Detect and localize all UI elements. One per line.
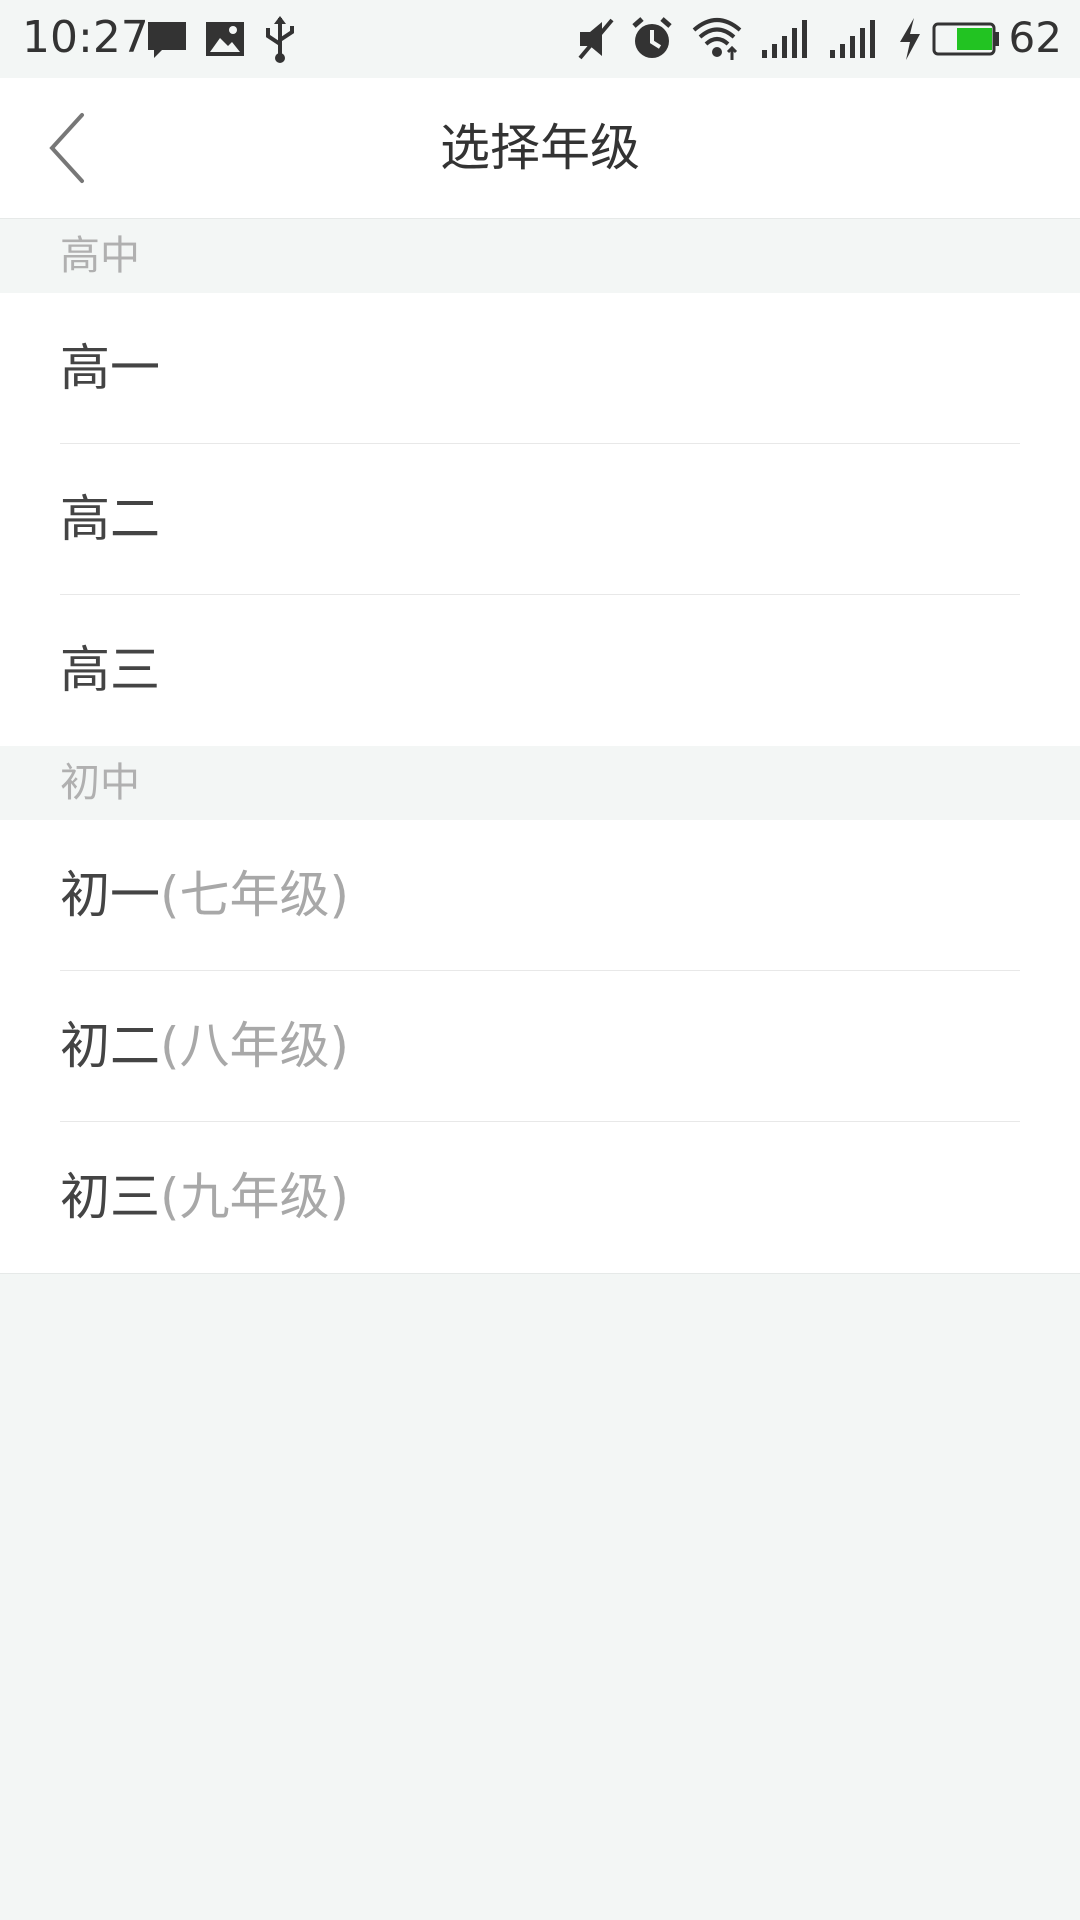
grade-item[interactable]: 高三: [0, 595, 1080, 746]
grade-item[interactable]: 初一(七年级): [0, 820, 1080, 971]
signal-icon: [762, 20, 807, 58]
mute-icon: [578, 18, 614, 60]
grade-label: 高三: [60, 641, 160, 699]
section-header-high-school: 高中: [0, 219, 1080, 293]
list-bottom-divider: [0, 1273, 1080, 1274]
grade-list-high-school: 高一 高二 高三: [0, 293, 1080, 746]
page-title: 选择年级: [440, 119, 640, 177]
grade-item[interactable]: 初三(九年级): [0, 1122, 1080, 1273]
battery-icon: [932, 22, 999, 56]
status-time: 10:27: [22, 12, 149, 63]
section-header-middle-school: 初中: [0, 746, 1080, 820]
usb-icon: [266, 16, 294, 63]
grade-label: 高二: [60, 490, 160, 548]
battery-percent: 62: [1008, 13, 1062, 62]
grade-list-middle-school: 初一(七年级) 初二(八年级) 初三(九年级): [0, 820, 1080, 1273]
status-bar: 10:27 62: [0, 0, 1080, 78]
section-header-label: 初中: [60, 760, 140, 806]
message-icon: [148, 22, 186, 58]
image-icon: [206, 22, 244, 56]
grade-item[interactable]: 高一: [0, 293, 1080, 444]
section-header-label: 高中: [60, 233, 140, 279]
grade-label: 高一: [60, 339, 160, 397]
grade-label: 初三(九年级): [60, 1168, 350, 1226]
wifi-icon: [692, 18, 742, 60]
app-bar: 选择年级: [0, 78, 1080, 219]
grade-item[interactable]: 初二(八年级): [0, 971, 1080, 1122]
grade-label: 初一(七年级): [60, 866, 350, 924]
charging-icon: [900, 18, 920, 60]
signal-icon: [830, 20, 875, 58]
grade-label: 初二(八年级): [60, 1017, 350, 1075]
alarm-icon: [632, 17, 672, 58]
grade-item[interactable]: 高二: [0, 444, 1080, 595]
